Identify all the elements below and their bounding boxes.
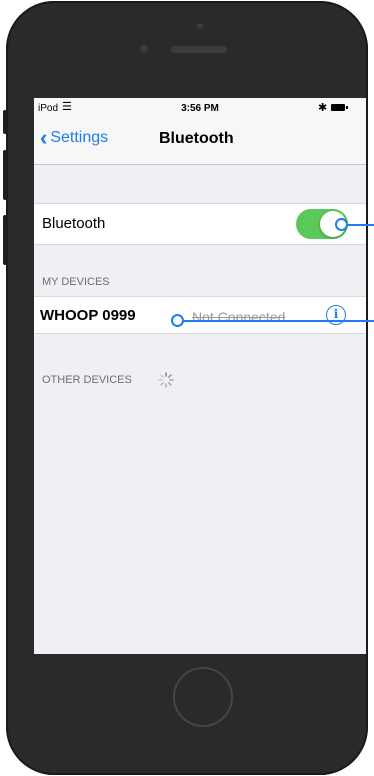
- home-button[interactable]: [173, 667, 233, 727]
- info-icon[interactable]: i: [326, 305, 346, 325]
- page-title: Bluetooth: [159, 130, 234, 147]
- navigation-bar: ‹ Settings Bluetooth: [34, 118, 366, 165]
- device-status: Not Connected: [192, 309, 286, 325]
- bluetooth-icon: ✱: [318, 102, 328, 114]
- proximity-sensor: [140, 45, 148, 53]
- back-button[interactable]: ‹ Settings: [40, 125, 109, 150]
- spinner-icon: [158, 372, 174, 388]
- battery-icon: [331, 104, 348, 111]
- volume-up-button[interactable]: [3, 150, 7, 200]
- device-row[interactable]: WHOOP 0999 Not Connected i: [34, 296, 366, 334]
- callout-marker-toggle: [335, 218, 348, 231]
- callout-marker-device: [171, 314, 184, 327]
- mute-switch[interactable]: [3, 110, 7, 134]
- bluetooth-label: Bluetooth: [42, 215, 106, 232]
- chevron-left-icon: ‹: [40, 125, 48, 150]
- status-time: 3:56 PM: [181, 103, 219, 114]
- screen: iPod ☰ 3:56 PM ✱ ‹ Settings Bluetooth Bl…: [34, 98, 366, 654]
- callout-line-device: [180, 320, 374, 322]
- status-bar: iPod ☰ 3:56 PM ✱: [34, 98, 366, 118]
- bluetooth-toggle-row: Bluetooth: [34, 203, 366, 245]
- earpiece-speaker: [171, 46, 227, 53]
- front-camera: [197, 23, 203, 29]
- my-devices-header: MY DEVICES: [42, 276, 110, 288]
- back-label: Settings: [50, 129, 109, 146]
- device-name: WHOOP 0999: [40, 307, 136, 324]
- volume-down-button[interactable]: [3, 215, 7, 265]
- other-devices-header: OTHER DEVICES: [42, 372, 174, 388]
- other-devices-label: OTHER DEVICES: [42, 374, 132, 386]
